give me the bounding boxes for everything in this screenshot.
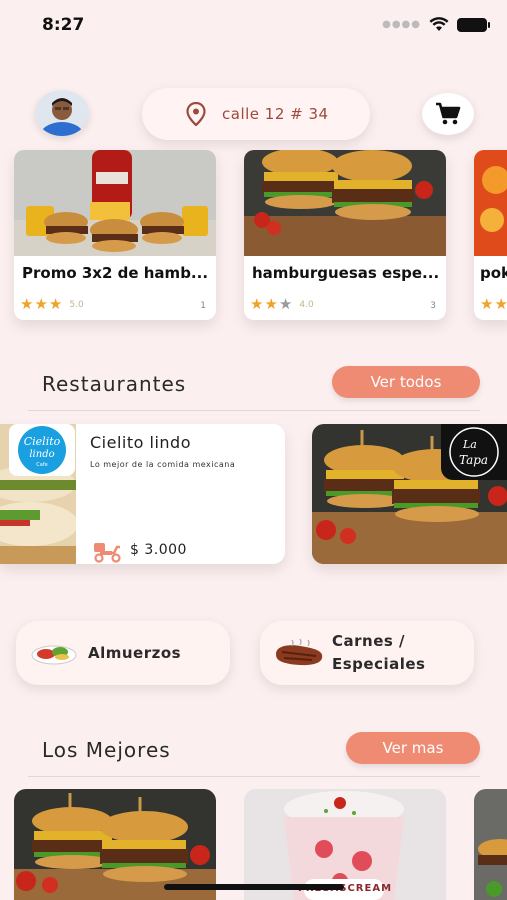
divider [28, 776, 480, 777]
section-title-best: Los Mejores [42, 738, 171, 762]
avatar[interactable] [35, 90, 89, 136]
restaurant-card[interactable]: La Tapa [312, 424, 507, 564]
best-item-image [474, 789, 507, 900]
rating-value: 5.0 [69, 299, 84, 310]
promo-rating: ★ ★ ★ 5.0 [20, 297, 84, 312]
promo-rating: ★ ★ ★ 4.0 [250, 297, 314, 312]
cart-button[interactable] [422, 93, 474, 135]
logo-text: Cafe [36, 462, 47, 468]
promo-title: Promo 3x2 de hamb... [22, 264, 209, 282]
star-icon: ★ [480, 295, 494, 313]
promo-card[interactable]: Promo 3x2 de hamb... ★ ★ ★ 5.0 1 [14, 150, 216, 320]
star-icon: ★ [250, 295, 264, 313]
lunch-plate-icon [31, 645, 77, 665]
star-icon: ★ [34, 295, 48, 313]
home-indicator[interactable] [164, 884, 344, 890]
location-text: calle 12 # 34 [222, 105, 329, 123]
status-bar: 8:27 ●●●● [0, 0, 507, 50]
promo-card[interactable]: pok ★ ★ [474, 150, 507, 320]
promo-title: hamburguesas espe... [252, 264, 440, 282]
logo-text: La [462, 438, 477, 451]
star-icon: ★ [20, 295, 34, 313]
promo-image [14, 150, 216, 256]
signal-icon: ●●●● [382, 19, 421, 30]
category-label-group: Carnes / Especiales [332, 630, 425, 676]
logo-text: Tapa [459, 453, 488, 467]
restaurant-logo: La Tapa [441, 424, 507, 480]
category-almuerzos[interactable]: Almuerzos [16, 621, 230, 685]
review-count: 1 [200, 301, 206, 311]
steak-icon [276, 638, 323, 666]
see-all-restaurants-button[interactable]: Ver todos [332, 366, 480, 398]
delivery-scooter-icon [94, 543, 121, 563]
status-time: 8:27 [42, 15, 85, 35]
best-item-card[interactable] [474, 789, 507, 900]
restaurant-name: Cielito lindo [90, 433, 191, 452]
promo-rating: ★ ★ [480, 297, 507, 312]
category-label: Almuerzos [88, 643, 182, 662]
rating-value: 4.0 [299, 299, 314, 310]
restaurant-description: Lo mejor de la comida mexicana [90, 460, 236, 469]
star-icon: ★ [264, 295, 278, 313]
star-icon: ★ [48, 295, 63, 313]
category-label: Especiales [332, 655, 426, 673]
see-more-best-button[interactable]: Ver mas [346, 732, 480, 764]
location-pin-icon [186, 102, 206, 126]
category-label: Carnes / [332, 632, 406, 650]
divider [28, 410, 480, 411]
promo-image [474, 150, 507, 256]
location-selector[interactable]: calle 12 # 34 [142, 88, 370, 140]
promo-title: pok [480, 264, 507, 282]
wifi-icon [429, 17, 449, 31]
star-icon: ★ [278, 295, 293, 313]
review-count: 3 [430, 301, 436, 311]
category-carnes-especiales[interactable]: Carnes / Especiales [260, 621, 474, 685]
battery-icon [457, 17, 490, 32]
logo-text: Cielito [24, 435, 61, 448]
star-icon: ★ [494, 295, 507, 313]
section-title-restaurants: Restaurantes [42, 372, 187, 396]
restaurant-logo: Cielito lindo Cafe [9, 424, 75, 476]
user-avatar-icon [35, 90, 89, 136]
restaurant-card[interactable]: Cielito lindo Cafe Cielito lindo Lo mejo… [0, 424, 285, 564]
status-icons: ●●●● [382, 17, 490, 32]
promo-image [244, 150, 446, 256]
promo-card[interactable]: hamburguesas espe... ★ ★ ★ 4.0 3 [244, 150, 446, 320]
restaurant-price: $ 3.000 [130, 542, 187, 558]
cart-icon [436, 102, 461, 125]
logo-text: lindo [29, 449, 54, 460]
